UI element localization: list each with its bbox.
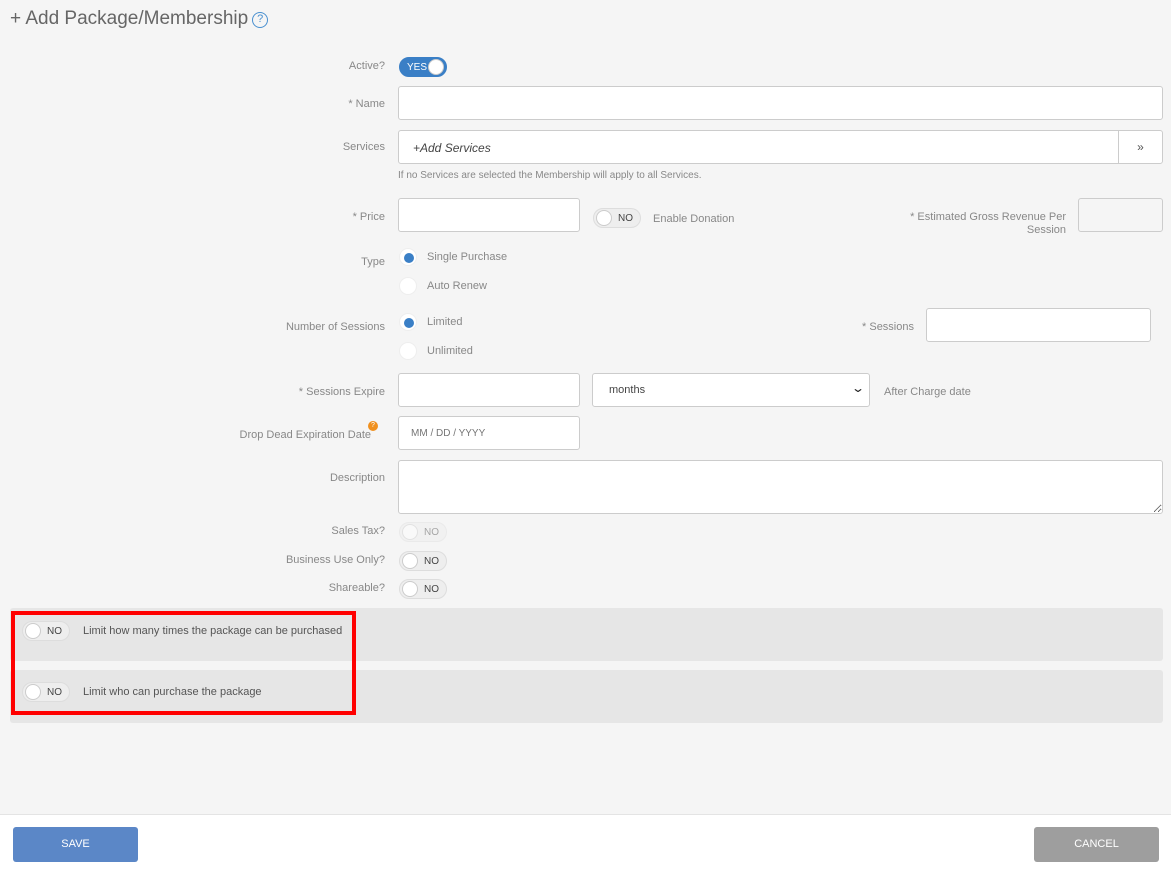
sessions-label: * Sessions (862, 321, 914, 333)
num-sessions-label: Number of Sessions (285, 321, 385, 333)
shareable-toggle[interactable]: NO (399, 579, 447, 599)
name-label: * Name (348, 98, 385, 110)
name-input[interactable] (398, 86, 1163, 120)
description-label: Description (329, 472, 385, 484)
business-use-toggle[interactable]: NO (399, 551, 447, 571)
services-select[interactable]: +Add Services » (398, 130, 1163, 164)
revenue-input[interactable] (1078, 198, 1163, 232)
sales-tax-label: Sales Tax? (331, 525, 385, 537)
drop-dead-label: Drop Dead Expiration Date (239, 429, 371, 441)
donation-toggle[interactable]: NO (593, 208, 641, 228)
highlight-box (11, 611, 356, 715)
services-label: Services (342, 141, 385, 153)
description-textarea[interactable] (398, 460, 1163, 514)
expire-unit-value: months (609, 384, 646, 396)
limited-label: Limited (427, 316, 463, 328)
auto-renew-label: Auto Renew (427, 280, 487, 292)
price-input[interactable] (398, 198, 580, 232)
radio-unlimited[interactable] (399, 342, 417, 360)
price-label: * Price (352, 211, 385, 223)
expire-input[interactable] (398, 373, 580, 407)
help-icon[interactable]: ? (252, 12, 269, 28)
radio-single-purchase[interactable] (399, 248, 417, 266)
after-charge-label: After Charge date (884, 386, 971, 398)
expire-unit-select[interactable]: months ⌄ (592, 373, 870, 407)
save-button[interactable]: SAVE (13, 827, 138, 862)
page-title-text: + Add Package/Membership (10, 8, 249, 29)
radio-auto-renew[interactable] (399, 277, 417, 295)
footer (0, 814, 1171, 872)
services-placeholder: +Add Services (413, 141, 491, 155)
type-label: Type (361, 256, 385, 268)
expire-label: * Sessions Expire (298, 386, 385, 398)
shareable-label: Shareable? (328, 582, 385, 594)
info-badge-icon[interactable]: ? (368, 421, 378, 431)
sessions-input[interactable] (926, 308, 1151, 342)
cancel-button[interactable]: CANCEL (1034, 827, 1159, 862)
unlimited-label: Unlimited (427, 345, 473, 357)
page-title: + Add Package/Membership? (10, 8, 269, 30)
donation-label: Enable Donation (653, 213, 735, 225)
sales-tax-toggle[interactable]: NO (399, 522, 447, 542)
active-toggle[interactable]: YES (399, 57, 447, 77)
double-chevron-down-icon[interactable]: » (1118, 131, 1162, 163)
active-label: Active? (348, 60, 385, 72)
business-use-label: Business Use Only? (285, 554, 385, 566)
chevron-down-icon: ⌄ (850, 381, 866, 395)
single-purchase-label: Single Purchase (427, 251, 508, 263)
services-hint: If no Services are selected the Membersh… (398, 170, 702, 181)
drop-dead-date-input[interactable] (398, 416, 580, 450)
radio-limited[interactable] (399, 313, 417, 331)
revenue-label: * Estimated Gross Revenue Per Session (910, 211, 1066, 236)
